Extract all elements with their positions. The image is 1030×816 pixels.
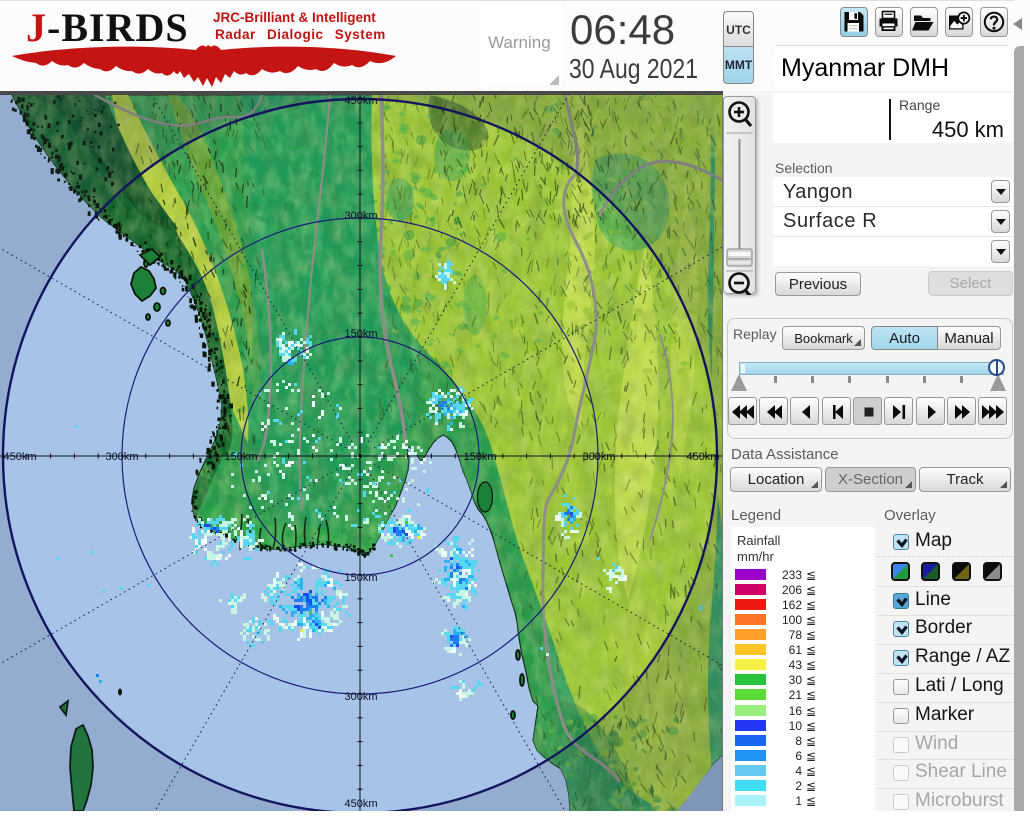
svg-text:450km: 450km <box>344 798 377 810</box>
svg-text:300km: 300km <box>344 691 377 703</box>
svg-text:150km: 150km <box>463 451 496 463</box>
svg-text:450km: 450km <box>686 451 719 463</box>
svg-text:150km: 150km <box>344 572 377 584</box>
svg-text:150km: 150km <box>224 451 257 463</box>
svg-text:450km: 450km <box>344 95 377 107</box>
svg-text:150km: 150km <box>344 328 377 340</box>
svg-text:300km: 300km <box>582 451 615 463</box>
svg-text:300km: 300km <box>105 451 138 463</box>
svg-text:450km: 450km <box>3 451 36 463</box>
svg-text:300km: 300km <box>344 210 377 222</box>
